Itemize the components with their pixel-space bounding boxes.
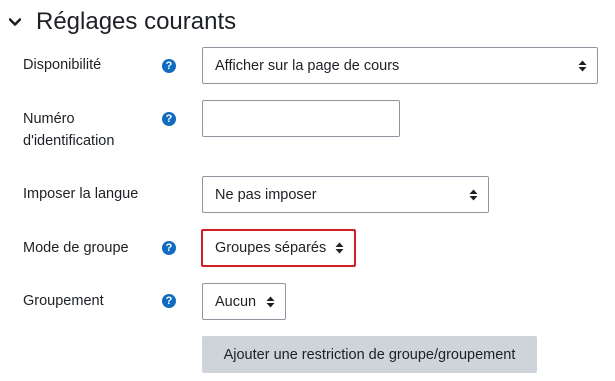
sort-caret-icon: [264, 296, 276, 308]
availability-label: Disponibilité: [23, 57, 102, 73]
chevron-down-icon: [9, 16, 21, 28]
sort-caret-icon: [467, 189, 479, 201]
grouping-select-value: Aucun: [215, 293, 257, 310]
idnumber-help-icon[interactable]: ?: [162, 112, 176, 126]
language-select-value: Ne pas imposer: [215, 186, 317, 203]
groupmode-select-value: Groupes séparés: [215, 240, 327, 256]
add-group-restriction-button[interactable]: Ajouter une restriction de groupe/groupe…: [202, 336, 537, 373]
groupmode-select[interactable]: Groupes séparés: [201, 229, 356, 267]
section-toggle[interactable]: Réglages courants: [9, 6, 236, 38]
idnumber-label: Numéro d'identification: [23, 108, 114, 152]
groupmode-label: Mode de groupe: [23, 240, 129, 256]
grouping-select[interactable]: Aucun: [202, 283, 286, 320]
availability-help-icon[interactable]: ?: [162, 59, 176, 73]
idnumber-label-line1: Numéro: [23, 111, 75, 127]
sort-caret-icon: [333, 242, 345, 254]
idnumber-input[interactable]: [202, 100, 400, 137]
idnumber-label-line2: d'identification: [23, 133, 115, 149]
availability-select-value: Afficher sur la page de cours: [215, 57, 400, 74]
availability-select[interactable]: Afficher sur la page de cours: [202, 47, 598, 84]
language-label: Imposer la langue: [23, 186, 139, 202]
section-title: Réglages courants: [36, 8, 237, 35]
groupmode-help-icon[interactable]: ?: [162, 241, 176, 255]
grouping-help-icon[interactable]: ?: [162, 294, 176, 308]
grouping-label: Groupement: [23, 293, 104, 309]
sort-caret-icon: [576, 60, 588, 72]
language-select[interactable]: Ne pas imposer: [202, 176, 489, 213]
